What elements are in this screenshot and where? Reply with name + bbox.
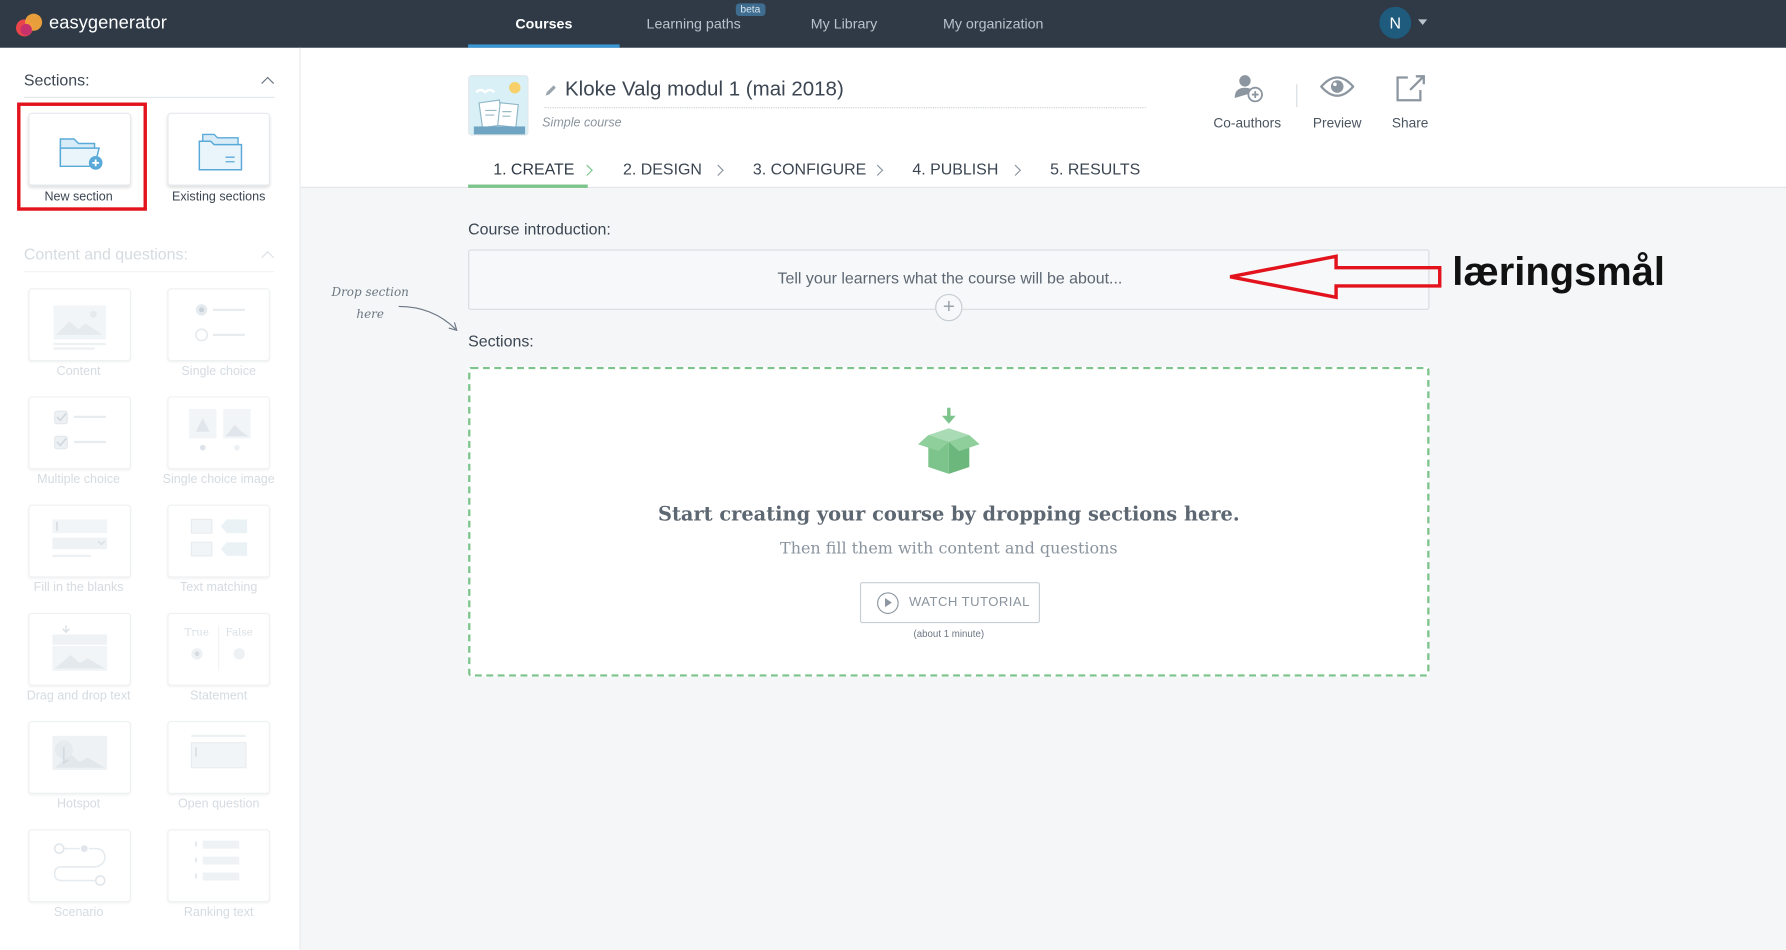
logo-icon bbox=[15, 10, 46, 37]
statement-label: Statement bbox=[190, 689, 248, 703]
text-matching-icon bbox=[190, 518, 248, 557]
nav-courses[interactable]: Courses bbox=[468, 0, 619, 48]
fill-blanks-label: Fill in the blanks bbox=[33, 580, 124, 595]
box-drop-icon bbox=[918, 407, 980, 474]
single-choice-image-tile[interactable] bbox=[167, 396, 270, 470]
scenario-icon bbox=[53, 843, 106, 886]
content-icon bbox=[53, 305, 106, 350]
divider bbox=[23, 96, 275, 98]
scenario-label: Scenario bbox=[53, 905, 104, 920]
share-label: Share bbox=[1391, 115, 1429, 131]
step-results[interactable]: 5. RESULTS bbox=[1050, 159, 1140, 177]
sections-dropzone[interactable]: Start creating your course by dropping s… bbox=[468, 366, 1430, 677]
ranking-icon bbox=[195, 840, 240, 881]
drag-drop-label: Drag and drop text bbox=[26, 689, 131, 703]
single-choice-image-icon bbox=[189, 408, 251, 451]
course-title[interactable]: Kloke Valg modul 1 (mai 2018) bbox=[565, 77, 844, 101]
course-introduction-label: Course introduction: bbox=[468, 219, 611, 239]
multiple-choice-label: Multiple choice bbox=[37, 472, 121, 487]
course-thumbnail[interactable] bbox=[468, 75, 529, 136]
step-publish[interactable]: 4. PUBLISH bbox=[912, 159, 998, 177]
multiple-choice-tile[interactable] bbox=[28, 396, 131, 470]
dropzone-title: Start creating your course by dropping s… bbox=[658, 503, 1240, 527]
title-underline bbox=[544, 107, 1146, 109]
divider bbox=[23, 271, 275, 273]
sections-label: Sections: bbox=[468, 331, 534, 350]
co-authors-button[interactable]: Co-authors bbox=[1207, 71, 1287, 131]
user-menu-caret-icon[interactable] bbox=[1418, 19, 1428, 26]
step-configure[interactable]: 3. CONFIGURE bbox=[753, 159, 866, 177]
share-button[interactable]: Share bbox=[1370, 71, 1450, 131]
text-matching-tile[interactable] bbox=[167, 504, 270, 578]
brand-logo[interactable]: easygenerator bbox=[15, 9, 167, 39]
single-choice-tile[interactable] bbox=[167, 288, 270, 362]
existing-sections-label: Existing sections bbox=[172, 190, 266, 204]
drag-drop-icon bbox=[52, 625, 108, 671]
open-question-label: Open question bbox=[177, 797, 260, 812]
add-introduction-plus-icon[interactable]: + bbox=[935, 293, 963, 322]
text-matching-label: Text matching bbox=[180, 580, 258, 595]
watch-tutorial-label: WATCH TUTORIAL bbox=[908, 595, 1030, 610]
folders-icon bbox=[198, 133, 243, 171]
edit-title-pencil-icon[interactable] bbox=[543, 84, 557, 98]
statement-tile[interactable]: True False bbox=[167, 612, 270, 686]
ranking-label: Ranking text bbox=[183, 905, 254, 920]
drop-hint-arrow-icon bbox=[398, 305, 458, 332]
annotation-arrow-icon bbox=[1229, 254, 1442, 300]
beta-badge: beta bbox=[735, 3, 765, 16]
course-type: Simple course bbox=[542, 116, 622, 130]
nav-my-organization[interactable]: My organization bbox=[932, 0, 1055, 48]
single-choice-icon bbox=[195, 304, 245, 342]
course-image-icon bbox=[469, 76, 528, 135]
fill-blanks-icon bbox=[52, 519, 108, 558]
content-label: Content bbox=[56, 364, 101, 379]
share-icon bbox=[1396, 75, 1425, 102]
annotation-text: læringsmål bbox=[1452, 249, 1665, 294]
multiple-choice-icon bbox=[54, 410, 106, 450]
step-create[interactable]: 1. CREATE bbox=[493, 159, 574, 177]
watch-tutorial-button[interactable]: WATCH TUTORIAL bbox=[859, 582, 1040, 624]
hotspot-label: Hotspot bbox=[56, 797, 101, 812]
single-choice-image-label: Single choice image bbox=[162, 472, 275, 487]
hotspot-tile[interactable] bbox=[28, 721, 131, 794]
open-question-icon bbox=[190, 734, 247, 769]
step-design[interactable]: 2. DESIGN bbox=[623, 159, 702, 177]
stage: easygenerator Courses Learning paths bet… bbox=[0, 0, 1786, 950]
play-icon bbox=[877, 592, 899, 614]
top-navigation-bar: easygenerator Courses Learning paths bet… bbox=[0, 0, 1786, 48]
nav-my-library[interactable]: My Library bbox=[792, 0, 897, 48]
dropzone-subtitle: Then fill them with content and question… bbox=[780, 539, 1118, 559]
co-authors-icon bbox=[1234, 75, 1263, 103]
statement-icon bbox=[191, 625, 245, 671]
tutorial-duration-note: (about 1 minute) bbox=[913, 627, 985, 640]
existing-sections-tile[interactable] bbox=[167, 112, 270, 186]
eye-icon bbox=[1319, 76, 1355, 97]
annotation-highlight-box bbox=[17, 102, 147, 211]
open-question-tile[interactable] bbox=[167, 721, 270, 794]
fill-blanks-tile[interactable] bbox=[28, 504, 131, 578]
sidebar: Sections: New section Existing sections … bbox=[0, 47, 301, 950]
brand-name: easygenerator bbox=[48, 13, 167, 34]
ranking-tile[interactable] bbox=[167, 829, 270, 903]
hotspot-icon bbox=[52, 735, 108, 771]
scenario-tile[interactable] bbox=[28, 829, 131, 903]
preview-label: Preview bbox=[1312, 115, 1362, 131]
content-questions-heading: Content and questions: bbox=[23, 244, 188, 264]
sections-heading: Sections: bbox=[23, 70, 90, 89]
user-avatar[interactable]: N bbox=[1379, 6, 1412, 39]
drag-drop-tile[interactable] bbox=[28, 612, 131, 686]
co-authors-label: Co-authors bbox=[1213, 115, 1282, 131]
single-choice-label: Single choice bbox=[181, 364, 256, 379]
preview-button[interactable]: Preview bbox=[1297, 71, 1377, 131]
content-tile[interactable] bbox=[28, 288, 131, 362]
